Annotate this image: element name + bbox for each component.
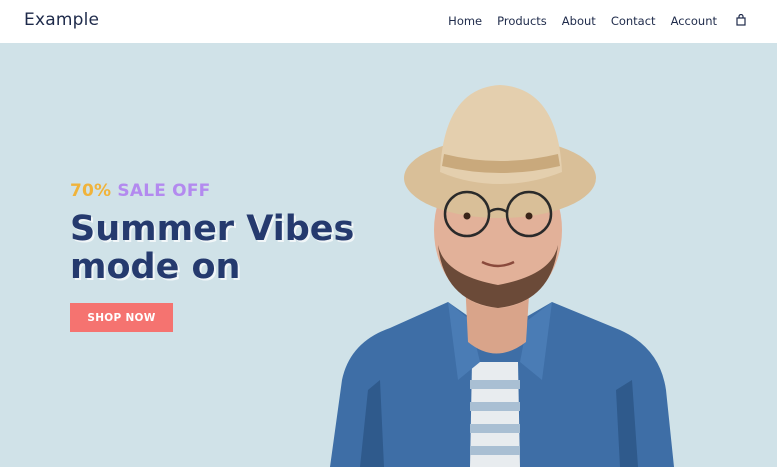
nav-home-link[interactable]: Home [448,14,482,28]
nav-about-link[interactable]: About [562,14,596,28]
brand-logo[interactable]: Example [24,10,99,30]
promo-text: SALE OFF [117,181,211,201]
nav-contact-link[interactable]: Contact [611,14,656,28]
shopping-bag-icon[interactable] [736,14,746,26]
promo-tagline: 70% SALE OFF [70,181,210,201]
headline-line-1: Summer Vibes [70,209,355,249]
main-nav: Home Products About Contact Account [448,14,717,28]
promo-percent: 70% [70,181,112,201]
hero-model-image [330,85,674,467]
nav-products-link[interactable]: Products [497,14,547,28]
top-navbar: Example Home Products About Contact Acco… [0,0,777,43]
headline-line-2: mode on [70,247,241,287]
nav-account-link[interactable]: Account [671,14,717,28]
shop-now-button[interactable]: SHOP NOW [70,303,173,332]
